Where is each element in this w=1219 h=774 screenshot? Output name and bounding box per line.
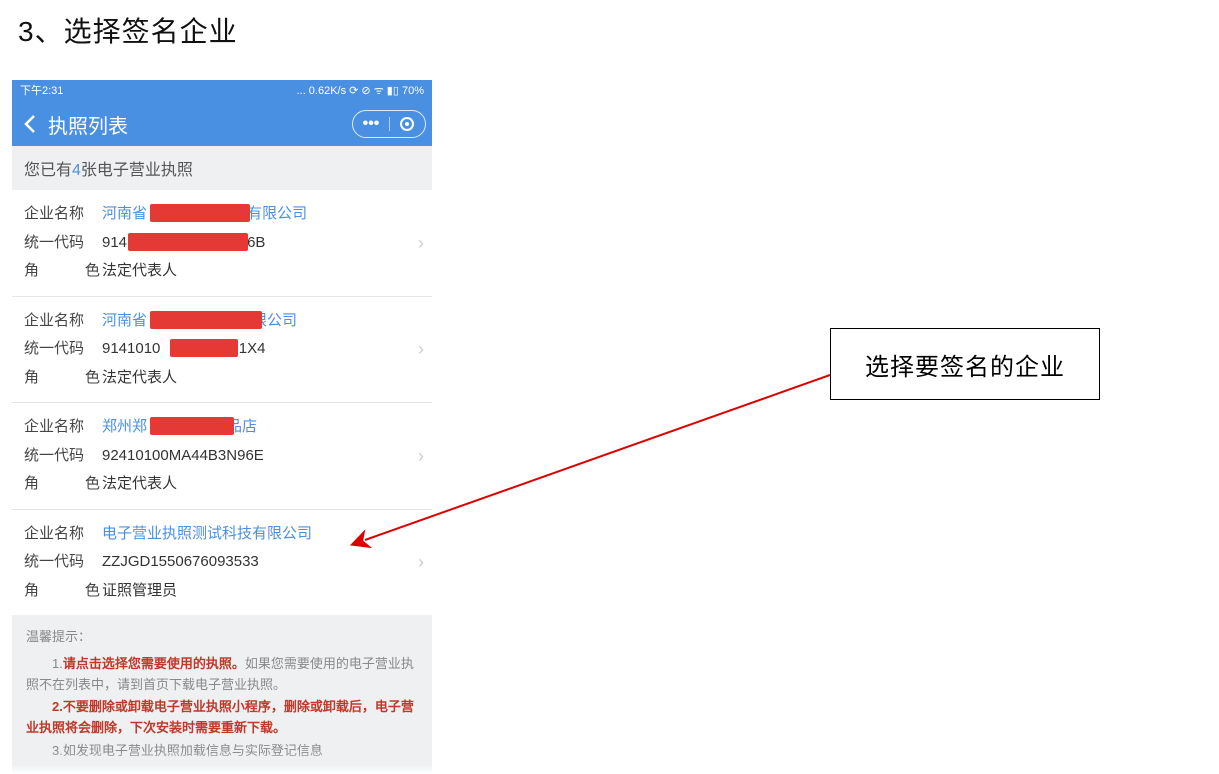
- miniprogram-capsule[interactable]: •••: [352, 110, 426, 138]
- list-item[interactable]: › 企业名称 郑州郑XXXXX瀚食品店 统一代码 92410100MA44B3N…: [12, 402, 432, 509]
- status-time: 下午2:31: [20, 80, 63, 102]
- company-name: 河南省XXXXXX服务有限公司: [102, 307, 404, 336]
- close-target-icon[interactable]: [389, 116, 425, 132]
- annotation-callout: 选择要签名的企业: [830, 328, 1100, 400]
- redaction-block: [128, 233, 248, 251]
- chevron-right-icon: ›: [418, 226, 424, 260]
- field-label-role: 角色: [24, 470, 102, 499]
- field-label-code: 统一代码: [24, 335, 102, 364]
- field-label-name: 企业名称: [24, 200, 102, 229]
- unified-code: 92410100MA44B3N96E: [102, 442, 404, 471]
- list-item[interactable]: › 企业名称 电子营业执照测试科技有限公司 统一代码 ZZJGD15506760…: [12, 509, 432, 616]
- field-label-code: 统一代码: [24, 548, 102, 577]
- field-label-code: 统一代码: [24, 442, 102, 471]
- nav-bar: 执照列表 •••: [12, 102, 432, 146]
- phone-status-bar: 下午2:31 ... 0.62K/s ⟳ ⊘ ᯤ ▮▯ 70%: [12, 80, 432, 102]
- redaction-block: [150, 311, 262, 329]
- redaction-block: [170, 339, 238, 357]
- nav-title: 执照列表: [48, 110, 352, 139]
- annotation-text: 选择要签名的企业: [865, 347, 1065, 382]
- role-value: 证照管理员: [102, 577, 404, 606]
- company-name: 河南省XXXXXXX咨询有限公司: [102, 200, 404, 229]
- unified-code: ZZJGD1550676093533: [102, 548, 404, 577]
- company-name: 郑州郑XXXXX瀚食品店: [102, 413, 404, 442]
- role-value: 法定代表人: [102, 364, 404, 393]
- field-label-name: 企业名称: [24, 520, 102, 549]
- company-name: 电子营业执照测试科技有限公司: [102, 520, 404, 549]
- redaction-block: [150, 417, 234, 435]
- license-list: › 企业名称 河南省XXXXXXX咨询有限公司 统一代码 914XXXXXXXX…: [12, 190, 432, 615]
- redaction-block: [150, 204, 250, 222]
- fade-overlay: [12, 752, 432, 774]
- role-value: 法定代表人: [102, 470, 404, 499]
- list-item[interactable]: › 企业名称 河南省XXXXXXX咨询有限公司 统一代码 914XXXXXXXX…: [12, 190, 432, 296]
- phone-screenshot: 下午2:31 ... 0.62K/s ⟳ ⊘ ᯤ ▮▯ 70% 执照列表 •••…: [12, 80, 432, 774]
- role-value: 法定代表人: [102, 257, 404, 286]
- tips-panel: 温馨提示： 1.请点击选择您需要使用的执照。如果您需要使用的电子营业执照不在列表…: [12, 615, 432, 774]
- field-label-role: 角色: [24, 577, 102, 606]
- section-heading: 3、选择签名企业: [18, 10, 238, 50]
- tip-line-2: 2.不要删除或卸载电子营业执照小程序，删除或卸载后，电子营业执照将会删除，下次安…: [26, 697, 418, 739]
- unified-code: 9141010XXXX4B3Q1X4: [102, 335, 404, 364]
- status-indicators: ... 0.62K/s ⟳ ⊘ ᯤ ▮▯ 70%: [297, 80, 424, 102]
- chevron-right-icon: ›: [418, 545, 424, 579]
- tips-title: 温馨提示：: [26, 627, 418, 648]
- count-suffix: 张电子营业执照: [81, 162, 193, 179]
- chevron-right-icon: ›: [418, 332, 424, 366]
- field-label-role: 角色: [24, 364, 102, 393]
- field-label-code: 统一代码: [24, 229, 102, 258]
- chevron-right-icon: ›: [418, 439, 424, 473]
- field-label-name: 企业名称: [24, 413, 102, 442]
- chevron-left-icon: [23, 114, 37, 134]
- count-number: 4: [72, 162, 81, 179]
- field-label-role: 角色: [24, 257, 102, 286]
- unified-code: 914XXXXXXXXCF3G6B: [102, 229, 404, 258]
- more-icon[interactable]: •••: [353, 115, 389, 133]
- count-prefix: 您已有: [24, 162, 72, 179]
- tip-line-1: 1.请点击选择您需要使用的执照。如果您需要使用的电子营业执照不在列表中，请到首页…: [26, 654, 418, 696]
- back-button[interactable]: [18, 112, 42, 136]
- license-count-bar: 您已有4张电子营业执照: [12, 146, 432, 190]
- list-item[interactable]: › 企业名称 河南省XXXXXX服务有限公司 统一代码 9141010XXXX4…: [12, 296, 432, 403]
- field-label-name: 企业名称: [24, 307, 102, 336]
